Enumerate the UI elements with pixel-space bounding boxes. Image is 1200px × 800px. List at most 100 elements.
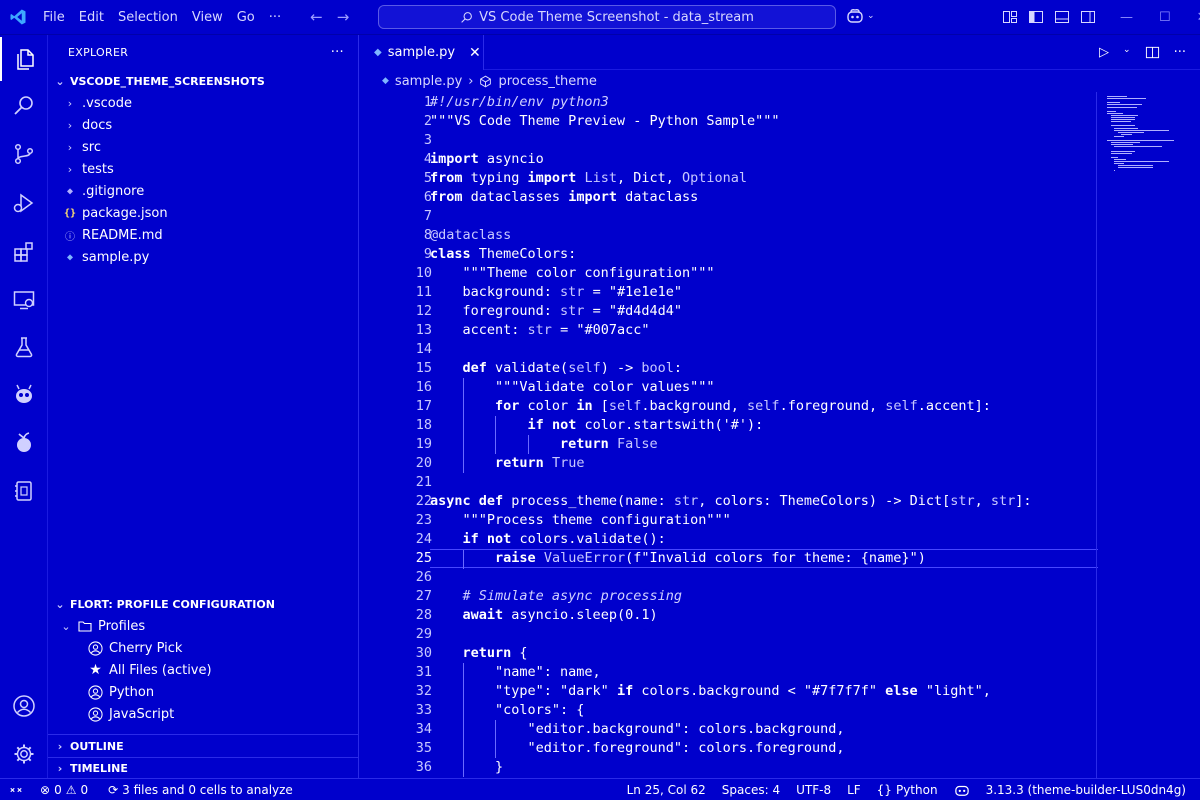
explorer-icon[interactable] <box>0 37 48 81</box>
code-line[interactable]: "colors": { <box>430 701 1098 720</box>
split-editor-icon[interactable] <box>1145 45 1160 60</box>
tree-item-vscode[interactable]: › .vscode <box>48 92 358 114</box>
profile-item-cherry-pick[interactable]: Cherry Pick <box>48 637 358 659</box>
more-actions-icon[interactable]: ··· <box>1174 45 1186 60</box>
more-actions-icon[interactable]: ··· <box>331 45 344 60</box>
code-line[interactable]: accent: str = "#007acc" <box>430 321 1098 340</box>
code-line[interactable] <box>430 625 1098 644</box>
maximize-icon[interactable]: ☐ <box>1159 10 1171 25</box>
code-line[interactable] <box>430 568 1098 587</box>
code-line[interactable]: class ThemeColors: <box>430 245 1098 264</box>
tree-item-package-json[interactable]: {} package.json <box>48 202 358 224</box>
code-line[interactable]: """Process theme configuration""" <box>430 511 1098 530</box>
encoding-status[interactable]: UTF-8 <box>788 783 839 797</box>
code-line[interactable]: if not color.startswith('#'): <box>430 416 1098 435</box>
code-line[interactable]: from dataclasses import dataclass <box>430 188 1098 207</box>
menu-go[interactable]: Go <box>230 0 262 35</box>
code-line[interactable]: return { <box>430 644 1098 663</box>
code-line[interactable]: "editor.foreground": colors.foreground, <box>430 739 1098 758</box>
code-line[interactable]: import asyncio <box>430 150 1098 169</box>
chevron-down-icon[interactable]: ⌄ <box>1123 45 1131 60</box>
toggle-panel-icon[interactable] <box>1054 9 1070 25</box>
breadcrumb-file[interactable]: sample.py <box>395 74 462 89</box>
settings-gear-icon[interactable] <box>0 732 48 776</box>
extensions-icon[interactable] <box>0 230 48 274</box>
menu-edit[interactable]: Edit <box>72 0 111 35</box>
tree-item-sample-py[interactable]: ◆ sample.py <box>48 246 358 268</box>
code-line[interactable]: def validate(self) -> bool: <box>430 359 1098 378</box>
profile-item-python[interactable]: Python <box>48 681 358 703</box>
testing-icon[interactable] <box>0 325 48 369</box>
code-line[interactable] <box>430 207 1098 226</box>
menu-view[interactable]: View <box>185 0 230 35</box>
profile-section-header[interactable]: ⌄ FLORT: PROFILE CONFIGURATION <box>48 593 358 615</box>
menu-file[interactable]: File <box>36 0 72 35</box>
menu-selection[interactable]: Selection <box>111 0 185 35</box>
toggle-secondary-sidebar-icon[interactable] <box>1080 9 1096 25</box>
forward-arrow-icon[interactable]: → <box>337 8 350 26</box>
code-line[interactable]: #!/usr/bin/env python3 <box>430 93 1098 112</box>
tree-item-readme[interactable]: ⓘ README.md <box>48 224 358 246</box>
code-line[interactable]: """Theme color configuration""" <box>430 264 1098 283</box>
profile-item-javascript[interactable]: JavaScript <box>48 703 358 725</box>
code-line[interactable]: for color in [self.background, self.fore… <box>430 397 1098 416</box>
code-line[interactable]: @dataclass <box>430 226 1098 245</box>
code-line[interactable]: await asyncio.sleep(0.1) <box>430 606 1098 625</box>
python-interpreter[interactable]: 3.13.3 (theme-builder-LUS0dn4g) <box>978 783 1200 797</box>
minimize-icon[interactable]: — <box>1120 10 1133 25</box>
tree-item-gitignore[interactable]: ◆ .gitignore <box>48 180 358 202</box>
source-control-icon[interactable] <box>0 132 48 176</box>
code-line[interactable]: return True <box>430 454 1098 473</box>
code-line[interactable] <box>430 340 1098 359</box>
code-line[interactable]: # Simulate async processing <box>430 587 1098 606</box>
profile-item-all-files[interactable]: ★ All Files (active) <box>48 659 358 681</box>
tree-item-docs[interactable]: › docs <box>48 114 358 136</box>
remote-explorer-icon[interactable] <box>0 278 48 322</box>
code-line[interactable]: background: str = "#1e1e1e" <box>430 283 1098 302</box>
copilot-status-icon[interactable] <box>946 783 978 797</box>
code-line[interactable]: raise ValueError(f"Invalid colors for th… <box>430 549 1098 569</box>
eol-status[interactable]: LF <box>839 783 869 797</box>
account-icon[interactable] <box>0 684 48 728</box>
cursor-position[interactable]: Ln 25, Col 62 <box>619 783 714 797</box>
code-line[interactable]: """VS Code Theme Preview - Python Sample… <box>430 112 1098 131</box>
code-line[interactable]: if not colors.validate(): <box>430 530 1098 549</box>
minimap[interactable] <box>1096 92 1200 778</box>
workspace-section-header[interactable]: ⌄ VSCODE_THEME_SCREENSHOTS <box>48 70 358 92</box>
timeline-header[interactable]: › TIMELINE <box>48 757 358 779</box>
run-debug-icon[interactable] <box>0 181 48 225</box>
alien-extension-icon[interactable] <box>0 373 48 417</box>
code-line[interactable] <box>430 131 1098 150</box>
language-mode[interactable]: {} Python <box>869 783 946 797</box>
indentation-status[interactable]: Spaces: 4 <box>714 783 788 797</box>
copilot-button[interactable]: ⌄ <box>846 8 875 24</box>
run-python-file-icon[interactable]: ▷ <box>1099 45 1109 60</box>
close-icon[interactable]: ✕ <box>1197 10 1200 25</box>
toggle-primary-sidebar-icon[interactable] <box>1028 9 1044 25</box>
back-arrow-icon[interactable]: ← <box>310 8 323 26</box>
code-line[interactable]: "editor.background": colors.background, <box>430 720 1098 739</box>
command-center-search[interactable]: VS Code Theme Screenshot - data_stream <box>378 5 836 29</box>
problems-status[interactable]: ⊗ 0 ⚠ 0 <box>32 783 96 797</box>
profiles-folder[interactable]: ⌄ Profiles <box>48 615 358 637</box>
menu-more[interactable]: ··· <box>262 0 288 35</box>
code-line[interactable]: return False <box>430 435 1098 454</box>
close-tab-icon[interactable]: ✕ <box>469 45 481 61</box>
tree-item-src[interactable]: › src <box>48 136 358 158</box>
tab-sample-py[interactable]: ◆ sample.py ✕ <box>360 35 484 70</box>
search-icon[interactable] <box>0 83 48 127</box>
code-line[interactable] <box>430 473 1098 492</box>
notebook-icon[interactable] <box>0 469 48 513</box>
breadcrumb-symbol[interactable]: process_theme <box>498 74 596 89</box>
cherry-extension-icon[interactable] <box>0 421 48 465</box>
analysis-status[interactable]: ⟳ 3 files and 0 cells to analyze <box>100 783 301 797</box>
code-line[interactable]: """Validate color values""" <box>430 378 1098 397</box>
code-editor[interactable]: 1 2 3 4 5 6 7 8 9 10 11 12 13 14 15 16 17 18 19 20 21 22 23 24 2… <box>360 92 1200 778</box>
code-line[interactable]: foreground: str = "#d4d4d4" <box>430 302 1098 321</box>
code-line[interactable]: "type": "dark" if colors.background < "#… <box>430 682 1098 701</box>
remote-indicator-icon[interactable] <box>0 779 32 800</box>
code-content[interactable]: #!/usr/bin/env python3 """VS Code Theme P… <box>430 93 1098 777</box>
code-line[interactable]: from typing import List, Dict, Optional <box>430 169 1098 188</box>
code-line[interactable]: "name": name, <box>430 663 1098 682</box>
outline-header[interactable]: › OUTLINE <box>48 735 358 757</box>
